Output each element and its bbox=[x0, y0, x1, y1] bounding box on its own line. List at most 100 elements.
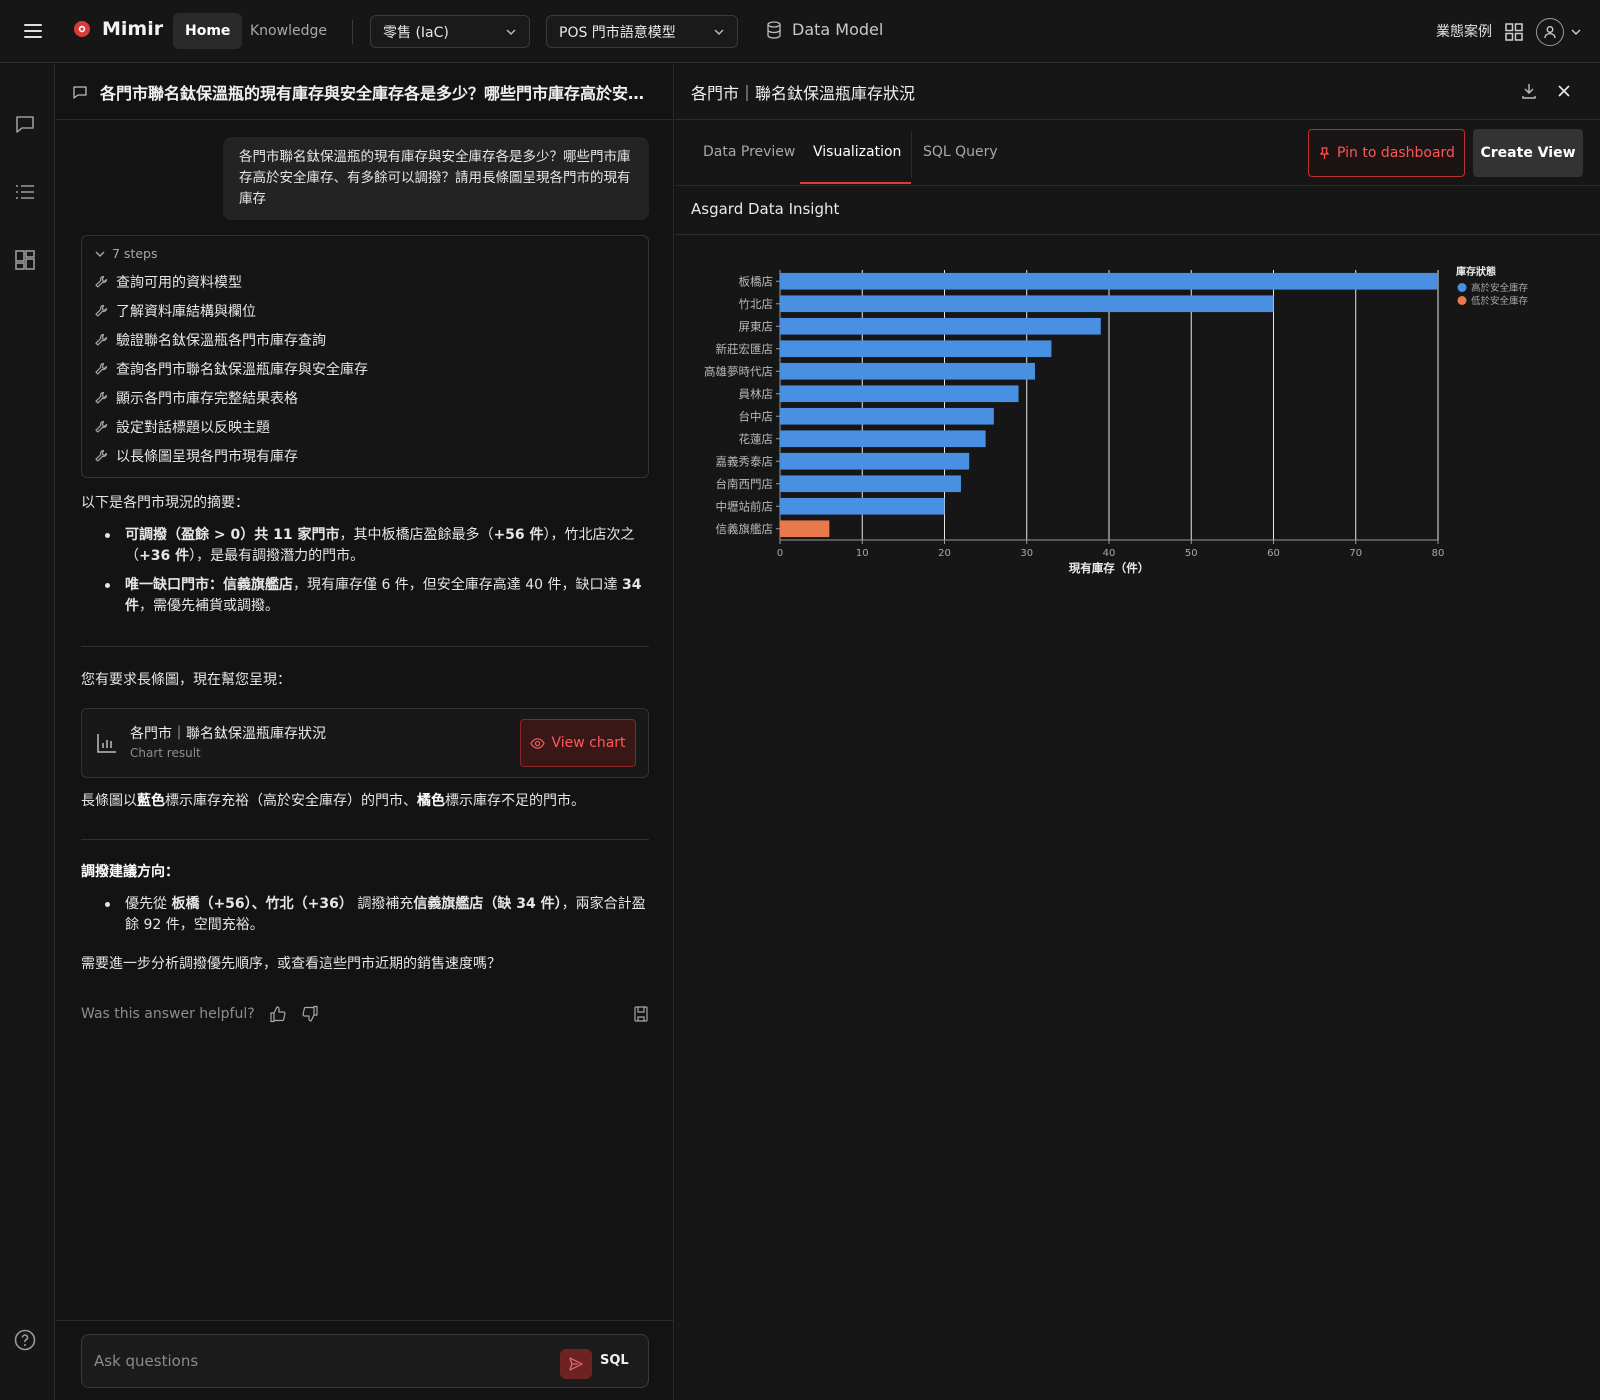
save-icon[interactable] bbox=[633, 1005, 649, 1023]
divider bbox=[352, 20, 353, 44]
chart-panel: 各門市｜聯名鈦保溫瓶庫存狀況 Data Preview Visualizatio… bbox=[675, 64, 1600, 1400]
bar-chart-icon bbox=[97, 734, 116, 753]
brand-name: Mimir bbox=[102, 18, 164, 40]
legend-label: 高於安全庫存 bbox=[1471, 282, 1529, 294]
eye-icon bbox=[530, 737, 546, 749]
summary-intro: 以下是各門市現況的摘要： bbox=[81, 495, 249, 511]
step-item: 顯示各門市庫存完整結果表格 bbox=[94, 388, 298, 408]
bar bbox=[780, 362, 1035, 380]
category-label: 嘉義秀泰店 bbox=[716, 454, 774, 468]
help-icon[interactable] bbox=[13, 1328, 37, 1352]
text: ，需優先補貨或調撥。 bbox=[139, 598, 279, 614]
chart-card-title: 各門市｜聯名鈦保溫瓶庫存狀況 bbox=[130, 726, 326, 742]
wrench-icon bbox=[95, 275, 108, 288]
step-label: 以長條圖呈現各門市現有庫存 bbox=[116, 449, 298, 465]
panel-title: 各門市｜聯名鈦保溫瓶庫存狀況 bbox=[691, 84, 916, 103]
bold-text: 可調撥（盈餘 > 0）共 11 家門市 bbox=[125, 527, 340, 543]
industry-select-value: 零售 (IaC) bbox=[383, 24, 449, 41]
bar bbox=[780, 340, 1052, 358]
send-button[interactable] bbox=[560, 1349, 592, 1379]
category-label: 花蓮店 bbox=[739, 432, 774, 446]
category-label: 高雄夢時代店 bbox=[704, 364, 773, 378]
text: 優先從 bbox=[125, 896, 172, 912]
pin-to-dashboard-button[interactable]: Pin to dashboard bbox=[1308, 129, 1465, 177]
data-model-label: Data Model bbox=[792, 20, 884, 39]
user-menu[interactable] bbox=[1536, 18, 1582, 46]
x-tick-label: 50 bbox=[1185, 548, 1198, 559]
tab-visualization[interactable]: Visualization bbox=[813, 144, 901, 160]
user-message: 各門市聯名鈦保溫瓶的現有庫存與安全庫存各是多少？哪些門市庫存高於安全庫存、有多餘… bbox=[223, 137, 649, 220]
steps-count: 7 steps bbox=[112, 246, 158, 261]
sql-toggle[interactable]: SQL bbox=[600, 1353, 629, 1368]
tab-sql-query[interactable]: SQL Query bbox=[923, 144, 998, 160]
bar bbox=[780, 497, 945, 515]
send-icon bbox=[569, 1357, 583, 1371]
step-label: 了解資料庫結構與欄位 bbox=[116, 304, 256, 320]
category-label: 員林店 bbox=[739, 387, 774, 401]
menu-icon[interactable] bbox=[22, 20, 44, 42]
divider bbox=[81, 839, 649, 840]
active-tab-indicator bbox=[800, 182, 911, 184]
summary-bullet: 可調撥（盈餘 > 0）共 11 家門市，其中板橋店盈餘最多（+56 件），竹北店… bbox=[81, 525, 651, 567]
steps-toggle[interactable]: 7 steps bbox=[94, 246, 157, 261]
ask-box: SQL bbox=[81, 1334, 649, 1388]
list-icon[interactable] bbox=[13, 180, 37, 204]
bar bbox=[780, 272, 1438, 290]
text: ），是最有調撥潛力的門市。 bbox=[189, 548, 365, 564]
wrench-icon bbox=[95, 449, 108, 462]
data-model-link[interactable]: Data Model bbox=[766, 20, 883, 39]
x-tick-label: 30 bbox=[1020, 548, 1033, 559]
create-view-button[interactable]: Create View bbox=[1473, 129, 1583, 177]
brand[interactable]: Mimir bbox=[72, 18, 163, 40]
thumbs-up-icon[interactable] bbox=[269, 1005, 287, 1023]
top-bar: Mimir Home Knowledge 零售 (IaC) POS 門市語意模型… bbox=[0, 0, 1600, 63]
step-label: 驗證聯名鈦保溫瓶各門市庫存查詢 bbox=[116, 333, 326, 349]
chevron-down-icon bbox=[1571, 29, 1581, 35]
close-icon[interactable] bbox=[1555, 82, 1573, 100]
tab-data-preview[interactable]: Data Preview bbox=[703, 144, 795, 160]
bar bbox=[780, 317, 1101, 335]
nav-knowledge[interactable]: Knowledge bbox=[238, 13, 339, 49]
summary-bullet: 唯一缺口門市：信義旗艦店，現有庫存僅 6 件，但安全庫存高達 40 件，缺口達 … bbox=[81, 575, 651, 617]
legend-swatch bbox=[1457, 296, 1467, 305]
business-cases-link[interactable]: 業態案例 bbox=[1436, 21, 1492, 41]
bold-text: 唯一缺口門市：信義旗艦店 bbox=[125, 577, 293, 593]
dashboard-icon[interactable] bbox=[13, 248, 37, 272]
inventory-bar-chart: 0 10 20 30 40 50 60 70 80 板橋店竹北店屏東店新莊宏匯店高雄夢時代店員林店… bbox=[704, 265, 1529, 575]
legend-title: 庫存狀態 bbox=[1456, 265, 1496, 278]
avatar bbox=[1536, 18, 1564, 46]
download-icon[interactable] bbox=[1520, 82, 1538, 100]
wrench-icon bbox=[95, 420, 108, 433]
bar bbox=[780, 385, 1019, 403]
thumbs-down-icon[interactable] bbox=[301, 1005, 319, 1023]
chat-icon[interactable] bbox=[13, 112, 37, 136]
apps-grid-icon[interactable] bbox=[1504, 22, 1524, 42]
feedback-row: Was this answer helpful? bbox=[81, 1002, 649, 1026]
panel-header: 各門市｜聯名鈦保溫瓶庫存狀況 bbox=[675, 64, 1600, 120]
model-select[interactable]: POS 門市語意模型 bbox=[546, 15, 738, 48]
wrench-icon bbox=[95, 304, 108, 317]
text: ，其中板橋店盈餘最多（ bbox=[339, 527, 494, 543]
chevron-down-icon bbox=[714, 29, 724, 35]
bold-text: 調撥建議方向： bbox=[81, 864, 179, 880]
user-icon bbox=[1544, 26, 1556, 39]
view-chart-button[interactable]: View chart bbox=[520, 719, 636, 767]
x-tick-label: 0 bbox=[777, 548, 783, 559]
chart-card-subtitle: Chart result bbox=[130, 746, 201, 760]
chart-result-card: 各門市｜聯名鈦保溫瓶庫存狀況 Chart result View chart bbox=[81, 708, 649, 778]
divider bbox=[81, 646, 649, 647]
ask-input[interactable] bbox=[94, 1349, 534, 1373]
conversation-icon bbox=[73, 85, 87, 99]
step-label: 顯示各門市庫存完整結果表格 bbox=[116, 391, 298, 407]
category-label: 台南西門店 bbox=[716, 477, 774, 491]
step-item: 了解資料庫結構與欄位 bbox=[94, 301, 256, 321]
wrench-icon bbox=[95, 391, 108, 404]
steps-panel: 7 steps 查詢可用的資料模型 了解資料庫結構與欄位 驗證聯名鈦保溫瓶各門市… bbox=[81, 235, 649, 478]
nav-home[interactable]: Home bbox=[173, 13, 243, 49]
bar bbox=[780, 520, 830, 538]
industry-select[interactable]: 零售 (IaC) bbox=[370, 15, 530, 48]
bar bbox=[780, 452, 970, 470]
chat-panel: 各門市聯名鈦保溫瓶的現有庫存與安全庫存各是多少？哪些門市庫存高於安全... 各門… bbox=[56, 64, 674, 1400]
advice-title: 調撥建議方向： bbox=[81, 862, 651, 883]
pin-label: Pin to dashboard bbox=[1337, 145, 1455, 161]
